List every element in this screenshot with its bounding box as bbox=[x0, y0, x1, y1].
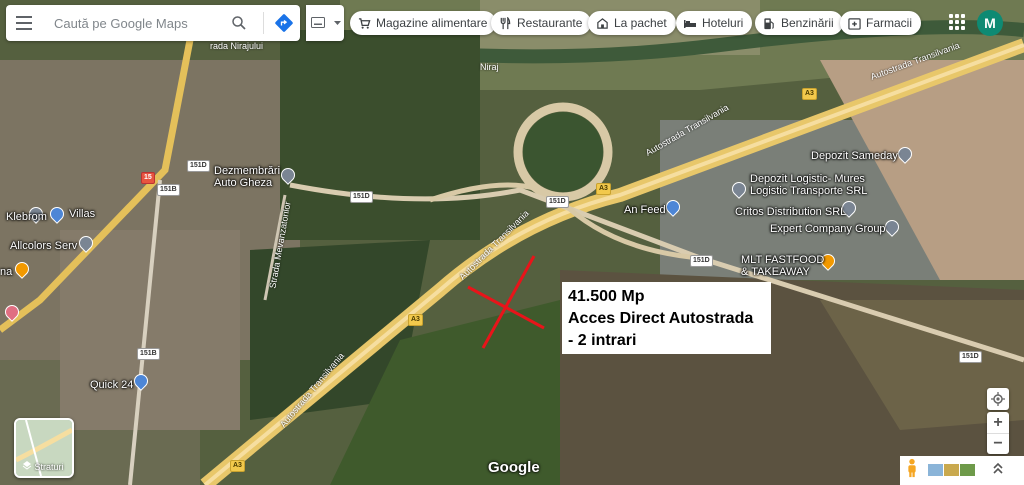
my-location-button[interactable] bbox=[987, 388, 1009, 410]
pegman-icon[interactable] bbox=[904, 458, 920, 478]
zoom-controls: + − bbox=[987, 412, 1009, 454]
zoom-out-button[interactable]: − bbox=[987, 433, 1009, 454]
shield-151b: 151B bbox=[137, 348, 160, 360]
shield-151d: 151D bbox=[546, 196, 569, 208]
search-input[interactable] bbox=[54, 14, 224, 32]
listing-annotation: 41.500 Mp Acces Direct Autostrada - 2 in… bbox=[562, 282, 771, 354]
chip-takeout[interactable]: La pachet bbox=[588, 11, 676, 35]
shield-151d: 151D bbox=[350, 191, 373, 203]
chip-restaurants[interactable]: Restaurante bbox=[491, 11, 592, 35]
layers-label: Straturi bbox=[34, 462, 64, 472]
apps-grid-icon[interactable] bbox=[949, 14, 965, 30]
place-label-an-feed[interactable]: An Feed bbox=[624, 204, 666, 216]
road-label-nirajului: rada Nirajului bbox=[210, 41, 264, 51]
keyboard-button[interactable] bbox=[306, 5, 344, 41]
chip-gas-stations[interactable]: Benzinării bbox=[755, 11, 843, 35]
place-label-klebrom[interactable]: Klebrom bbox=[6, 211, 47, 223]
search-divider bbox=[263, 12, 264, 34]
shield-151b: 151B bbox=[157, 184, 180, 196]
imagery-thumbnails[interactable] bbox=[928, 464, 976, 476]
place-label-quick24[interactable]: Quick 24 bbox=[90, 379, 133, 391]
place-label-critos[interactable]: Critos Distribution SRL bbox=[735, 206, 846, 218]
shield-a3: A3 bbox=[596, 183, 611, 195]
place-label-dezmembrari[interactable]: Dezmembrări Auto Gheza bbox=[214, 165, 280, 189]
chevron-down-icon bbox=[334, 21, 341, 25]
bottom-toolbar bbox=[900, 456, 1024, 485]
cart-icon bbox=[357, 16, 371, 30]
place-label-mlt[interactable]: MLT FASTFOOD & TAKEAWAY bbox=[741, 254, 824, 278]
chip-label: Magazine alimentare bbox=[376, 16, 488, 30]
directions-icon[interactable] bbox=[274, 13, 294, 33]
place-label-allcolors[interactable]: Allcolors Serv bbox=[10, 240, 77, 252]
shield-a3: A3 bbox=[230, 460, 245, 472]
takeout-icon bbox=[595, 16, 609, 30]
search-icon[interactable] bbox=[230, 14, 248, 32]
chip-label: Farmacii bbox=[866, 16, 913, 30]
shield-151d: 151D bbox=[959, 351, 982, 363]
place-label-villas[interactable]: Villas bbox=[69, 208, 95, 220]
chip-label: Benzinării bbox=[781, 16, 834, 30]
chip-grocery[interactable]: Magazine alimentare bbox=[350, 11, 497, 35]
shield-151d: 151D bbox=[187, 160, 210, 172]
fork-knife-icon bbox=[498, 16, 512, 30]
chip-hotels[interactable]: Hoteluri bbox=[676, 11, 753, 35]
google-logo: Google bbox=[488, 459, 540, 476]
pharmacy-icon bbox=[847, 16, 861, 30]
shield-151d: 151D bbox=[690, 255, 713, 267]
chip-label: La pachet bbox=[614, 16, 667, 30]
annotation-access: Acces Direct Autostrada bbox=[568, 310, 754, 327]
annotation-area: 41.500 Mp bbox=[568, 288, 645, 305]
chip-label: Restaurante bbox=[517, 16, 583, 30]
keyboard-icon bbox=[311, 17, 325, 28]
annotation-entrances: - 2 intrari bbox=[568, 332, 637, 349]
menu-icon[interactable] bbox=[16, 16, 32, 30]
place-label-expert[interactable]: Expert Company Group bbox=[770, 223, 886, 235]
chip-label: Hoteluri bbox=[702, 16, 744, 30]
place-label-sameday[interactable]: Depozit Sameday bbox=[811, 150, 898, 162]
expand-icon[interactable] bbox=[992, 461, 1004, 477]
search-box bbox=[6, 5, 300, 41]
layers-button[interactable]: Straturi bbox=[14, 418, 74, 478]
gas-pump-icon bbox=[762, 16, 776, 30]
account-avatar[interactable]: M bbox=[977, 10, 1003, 36]
shield-a3: A3 bbox=[802, 88, 817, 100]
my-location-icon bbox=[991, 392, 1005, 406]
road-label-niraj: Niraj bbox=[480, 62, 499, 72]
chip-pharmacies[interactable]: Farmacii bbox=[840, 11, 922, 35]
zoom-in-button[interactable]: + bbox=[987, 412, 1009, 433]
shield-dn15: 15 bbox=[141, 172, 155, 184]
place-label-logistic[interactable]: Depozit Logistic- Mures Logistic Transpo… bbox=[750, 173, 867, 197]
place-label-na[interactable]: na bbox=[0, 266, 12, 278]
shield-a3: A3 bbox=[408, 314, 423, 326]
bed-icon bbox=[683, 16, 697, 30]
